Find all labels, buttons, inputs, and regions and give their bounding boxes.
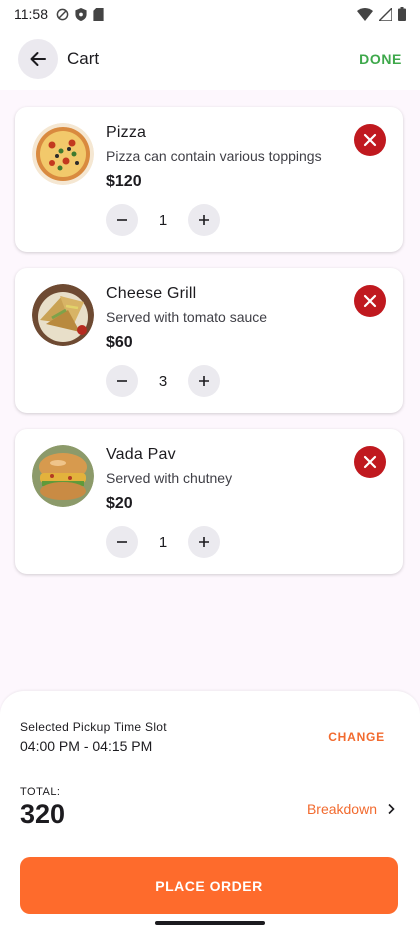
breakdown-link[interactable]: Breakdown: [307, 801, 395, 817]
remove-item-button[interactable]: [354, 285, 386, 317]
increase-quantity-button[interactable]: [188, 365, 220, 397]
close-icon: [363, 294, 377, 308]
remove-item-button[interactable]: [354, 446, 386, 478]
item-name: Cheese Grill: [106, 285, 197, 302]
cart-item-card: Cheese Grill Served with tomato sauce $6…: [15, 268, 403, 413]
page-title: Cart: [67, 49, 100, 68]
decrease-quantity-button[interactable]: [106, 204, 138, 236]
cheese-grill-image: [32, 284, 94, 346]
top-app-bar: Cart DONE: [0, 28, 420, 90]
minus-icon: [117, 219, 127, 221]
item-description: Pizza can contain various toppings: [106, 148, 322, 164]
arrow-back-icon: [30, 52, 46, 66]
cellular-signal-icon: [379, 7, 392, 21]
item-name: Vada Pav: [106, 446, 176, 463]
gesture-navigation-handle: [155, 921, 265, 925]
minus-icon: [117, 380, 127, 382]
decrease-quantity-button[interactable]: [106, 526, 138, 558]
quantity-stepper: 1: [106, 204, 220, 236]
status-bar: 11:58: [0, 0, 420, 28]
increase-quantity-button[interactable]: [188, 526, 220, 558]
item-description: Served with chutney: [106, 470, 233, 486]
shield-icon: [75, 7, 87, 21]
pickup-slot-value: 04:00 PM - 04:15 PM: [20, 738, 153, 754]
total-value: 320: [20, 799, 66, 829]
item-price: $60: [106, 334, 133, 351]
quantity-value: 1: [158, 211, 168, 229]
close-icon: [363, 133, 377, 147]
quantity-stepper: 3: [106, 365, 220, 397]
close-icon: [363, 455, 377, 469]
status-time: 11:58: [14, 6, 48, 22]
cart-item-list: Pizza Pizza can contain various toppings…: [15, 107, 403, 590]
pizza-image: [32, 123, 94, 185]
sd-card-icon: [93, 7, 104, 21]
remove-item-button[interactable]: [354, 124, 386, 156]
done-button[interactable]: DONE: [359, 51, 402, 67]
breakdown-label: Breakdown: [306, 801, 377, 817]
quantity-value: 3: [158, 372, 168, 390]
item-description: Served with tomato sauce: [106, 309, 268, 325]
increase-quantity-button[interactable]: [188, 204, 220, 236]
cart-item-card: Pizza Pizza can contain various toppings…: [15, 107, 403, 252]
change-slot-button[interactable]: CHANGE: [328, 730, 385, 744]
item-name: Pizza: [106, 124, 147, 141]
vada-pav-image: [32, 445, 94, 507]
do-not-disturb-icon: [56, 8, 69, 20]
item-price: $120: [106, 173, 142, 190]
cart-item-card: Vada Pav Served with chutney $20 1: [15, 429, 403, 574]
item-price: $20: [106, 495, 133, 512]
quantity-stepper: 1: [106, 526, 220, 558]
chevron-right-icon: [388, 803, 395, 815]
decrease-quantity-button[interactable]: [106, 365, 138, 397]
battery-icon: [398, 7, 406, 21]
plus-icon: [199, 215, 209, 225]
total-label: TOTAL:: [20, 786, 61, 798]
plus-icon: [199, 376, 209, 386]
plus-icon: [199, 537, 209, 547]
quantity-value: 1: [158, 533, 168, 551]
wifi-icon: [357, 7, 373, 21]
place-order-label: PLACE ORDER: [155, 877, 263, 894]
back-button[interactable]: [18, 39, 58, 79]
pickup-slot-label: Selected Pickup Time Slot: [20, 720, 167, 734]
place-order-button[interactable]: PLACE ORDER: [20, 857, 398, 914]
minus-icon: [117, 541, 127, 543]
checkout-sheet: Selected Pickup Time Slot 04:00 PM - 04:…: [0, 691, 420, 935]
